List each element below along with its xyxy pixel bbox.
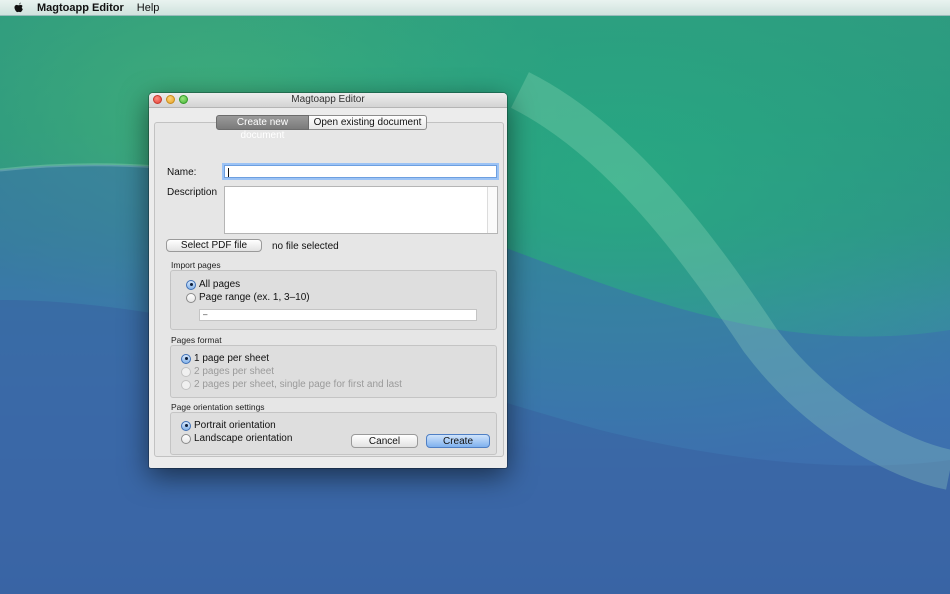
text-caret: [228, 168, 229, 177]
window-titlebar[interactable]: Magtoapp Editor: [149, 93, 507, 108]
radio-label: All pages: [199, 279, 241, 290]
tab-bar: Create new document Open existing docume…: [216, 115, 427, 141]
radio-portrait[interactable]: Portrait orientation: [181, 420, 276, 431]
radio-button: [181, 379, 191, 390]
name-input[interactable]: [224, 165, 497, 178]
editor-window: Magtoapp Editor Create new document Open…: [149, 93, 507, 468]
radio-button[interactable]: [186, 279, 196, 290]
radio-2-pages-single-first-last: 2 pages per sheet, single page for first…: [181, 379, 402, 390]
radio-label: 2 pages per sheet: [194, 366, 275, 377]
description-scrollbar[interactable]: [487, 187, 497, 233]
description-label: Description: [167, 187, 218, 198]
pages-format-group: 1 page per sheet 2 pages per sheet 2 pag…: [170, 345, 497, 398]
cancel-button[interactable]: Cancel: [351, 434, 418, 448]
menubar: Magtoapp Editor Help: [0, 0, 950, 16]
tab-open-existing-document[interactable]: Open existing document: [309, 115, 427, 130]
radio-button[interactable]: [181, 420, 191, 431]
radio-label: 1 page per sheet: [194, 353, 270, 364]
description-textarea[interactable]: [224, 186, 498, 234]
radio-label: Page range (ex. 1, 3–10): [199, 292, 310, 303]
menubar-app-name[interactable]: Magtoapp Editor: [37, 2, 124, 14]
apple-logo-icon[interactable]: [12, 1, 25, 14]
tab-create-new-document[interactable]: Create new document: [216, 115, 309, 141]
radio-label: Portrait orientation: [194, 420, 276, 431]
radio-button[interactable]: [181, 433, 191, 444]
pages-format-title: Pages format: [171, 335, 222, 345]
radio-page-range[interactable]: Page range (ex. 1, 3–10): [186, 292, 310, 303]
radio-2-pages-per-sheet: 2 pages per sheet: [181, 366, 274, 377]
radio-label: Landscape orientation: [194, 433, 293, 444]
radio-landscape[interactable]: Landscape orientation: [181, 433, 292, 444]
import-pages-title: Import pages: [171, 260, 221, 270]
page-range-input[interactable]: –: [199, 309, 477, 321]
radio-button[interactable]: [186, 292, 196, 303]
menubar-item-help[interactable]: Help: [137, 2, 160, 14]
radio-button[interactable]: [181, 353, 191, 364]
orientation-title: Page orientation settings: [171, 402, 265, 412]
import-pages-group: All pages Page range (ex. 1, 3–10) –: [170, 270, 497, 330]
radio-button: [181, 366, 191, 377]
tab-panel: Name: Description Select PDF file no fil…: [154, 122, 504, 457]
radio-1-page-per-sheet[interactable]: 1 page per sheet: [181, 353, 269, 364]
file-status: no file selected: [272, 241, 339, 252]
radio-label: 2 pages per sheet, single page for first…: [194, 379, 402, 390]
create-button[interactable]: Create: [426, 434, 490, 448]
name-label: Name:: [167, 167, 197, 178]
window-title: Magtoapp Editor: [291, 94, 365, 105]
select-pdf-button[interactable]: Select PDF file: [166, 239, 262, 252]
radio-all-pages[interactable]: All pages: [186, 279, 240, 290]
